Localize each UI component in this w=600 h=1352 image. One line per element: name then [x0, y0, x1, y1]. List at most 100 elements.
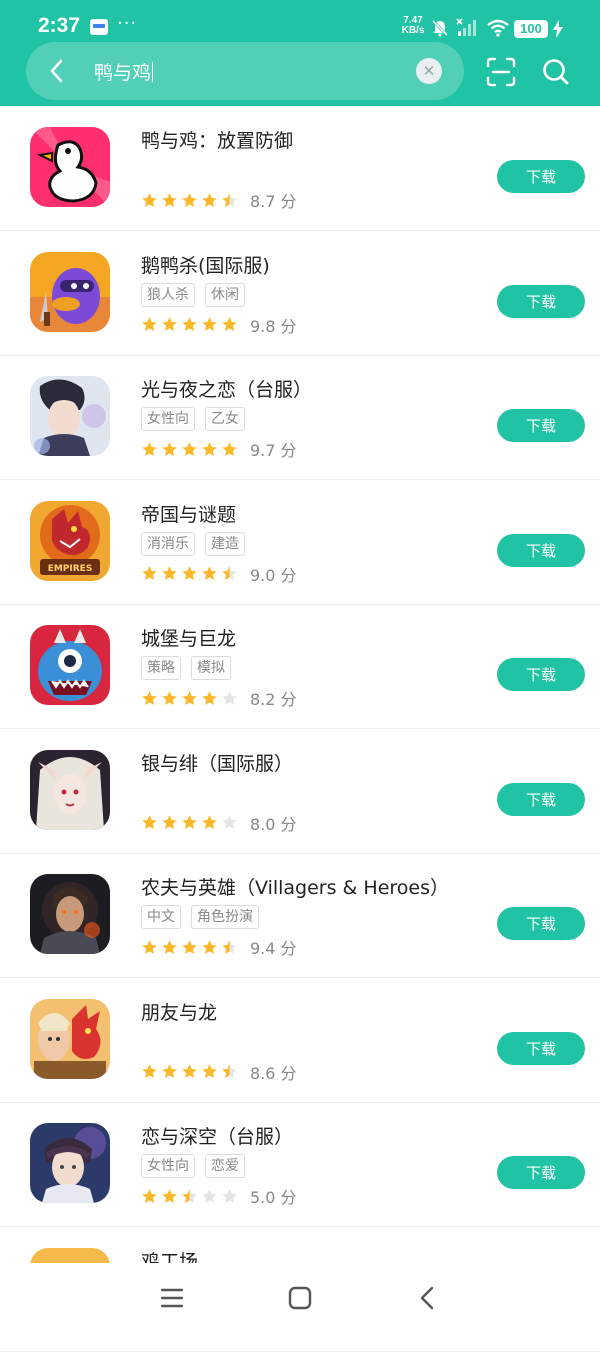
star-full-icon — [182, 441, 197, 456]
star-full-icon — [162, 1188, 177, 1203]
rating-stars — [141, 441, 238, 458]
app-list-item[interactable]: 农夫与英雄（Villagers & Heroes） 中文 角色扮演 9.4 分 下载 — [0, 853, 600, 978]
tag-label: 策略 — [141, 656, 181, 680]
search-query: 鸭与鸡 — [94, 62, 152, 84]
rating-stars — [141, 1188, 238, 1205]
star-full-icon — [162, 192, 177, 207]
app-list-item[interactable]: 银与绯（国际服） 8.0 分 下载 — [0, 729, 600, 854]
download-button[interactable]: 下载 — [497, 907, 585, 940]
download-button[interactable]: 下载 — [497, 1156, 585, 1189]
app-list-item[interactable]: 朋友与龙 8.6 分 下载 — [0, 978, 600, 1103]
download-button[interactable]: 下载 — [497, 782, 585, 816]
star-full-icon — [202, 939, 217, 954]
app-rating: 8.0 分 — [141, 811, 297, 835]
star-empty-icon — [202, 1188, 217, 1203]
star-full-icon — [202, 690, 217, 705]
tag-label: 恋爱 — [205, 1154, 245, 1178]
search-bar[interactable]: 鸭与鸡 ✕ — [26, 42, 464, 100]
app-list-item[interactable]: 鸭与鸡：放置防御 8.7 分 下载 — [0, 106, 600, 231]
search-icon[interactable] — [540, 56, 572, 88]
app-tags: 女性向 乙女 — [141, 407, 245, 431]
tag-label: 中文 — [141, 905, 181, 929]
app-rating: 9.0 分 — [141, 562, 297, 586]
app-name[interactable]: 银与绯（国际服） — [141, 749, 293, 776]
star-half-icon — [222, 192, 237, 207]
star-full-icon — [162, 815, 177, 829]
love-deepspace-icon[interactable] — [30, 1123, 110, 1203]
tag-label: 休闲 — [205, 282, 245, 307]
star-full-icon — [182, 939, 197, 954]
download-button[interactable]: 下载 — [497, 284, 585, 318]
home-icon[interactable] — [287, 1285, 313, 1311]
network-speed-unit: KB/s — [401, 25, 425, 36]
star-half-icon — [222, 939, 237, 954]
star-full-icon — [202, 566, 217, 580]
star-half-icon — [222, 566, 237, 580]
rating-score: 8.0 分 — [250, 814, 297, 834]
tag-label: 女性向 — [141, 1154, 195, 1178]
scan-icon[interactable] — [485, 56, 517, 88]
app-list-item[interactable]: 光与夜之恋（台服） 女性向 乙女 9.7 分 下载 — [0, 355, 600, 480]
star-half-icon — [182, 1188, 197, 1203]
app-list-item[interactable]: 恋与深空（台服） 女性向 恋爱 5.0 分 下载 — [0, 1102, 600, 1227]
download-button[interactable]: 下载 — [497, 658, 585, 691]
app-name[interactable]: 帝国与谜题 — [141, 500, 236, 527]
silver-scarlet-icon[interactable] — [30, 749, 110, 830]
app-name[interactable]: 鹅鸭杀(国际服) — [141, 251, 270, 278]
app-list-item[interactable]: 城堡与巨龙 策略 模拟 8.2 分 下载 — [0, 604, 600, 729]
star-full-icon — [182, 815, 197, 829]
back-icon[interactable] — [415, 1285, 441, 1311]
download-button[interactable]: 下载 — [497, 1031, 585, 1065]
app-name[interactable]: 城堡与巨龙 — [141, 624, 236, 651]
search-input[interactable]: 鸭与鸡 — [94, 58, 154, 85]
empires-puzzles-icon[interactable]: EMPIRES — [30, 500, 110, 581]
download-button[interactable]: 下载 — [497, 409, 585, 442]
app-tags: 消消乐 建造 — [141, 531, 245, 556]
wifi-icon — [487, 19, 509, 37]
star-full-icon — [142, 815, 157, 829]
tag-label: 建造 — [205, 531, 245, 556]
star-full-icon — [162, 690, 177, 705]
app-name[interactable]: 农夫与英雄（Villagers & Heroes） — [141, 873, 449, 900]
app-rating: 8.6 分 — [141, 1060, 297, 1084]
star-full-icon — [222, 441, 237, 456]
app-name[interactable]: 恋与深空（台服） — [141, 1122, 293, 1149]
rating-stars — [141, 1063, 238, 1080]
app-list-item[interactable]: EMPIRES 帝国与谜题消消乐 建造 9.0 分 下载 — [0, 480, 600, 605]
clear-search-button[interactable]: ✕ — [416, 58, 442, 84]
star-full-icon — [142, 317, 157, 331]
download-button[interactable]: 下载 — [497, 160, 585, 193]
star-full-icon — [202, 815, 217, 829]
app-name[interactable]: 光与夜之恋（台服） — [141, 375, 312, 402]
rating-score: 9.4 分 — [250, 939, 297, 958]
friends-dragon-icon[interactable] — [30, 998, 110, 1079]
download-button[interactable]: 下载 — [497, 533, 585, 567]
tag-label: 狼人杀 — [141, 282, 195, 307]
system-nav-bar — [0, 1263, 600, 1333]
star-full-icon — [142, 939, 157, 954]
light-night-icon[interactable] — [30, 376, 110, 456]
app-tags: 中文 角色扮演 — [141, 905, 259, 929]
app-tags: 策略 模拟 — [141, 656, 231, 680]
menu-icon[interactable] — [159, 1285, 185, 1311]
app-rating: 8.7 分 — [141, 188, 297, 212]
app-name[interactable]: 鸭与鸡：放置防御 — [141, 126, 293, 153]
back-arrow-icon[interactable] — [42, 56, 72, 86]
star-empty-icon — [222, 690, 237, 705]
app-list-item[interactable]: 鹅鸭杀(国际服) 狼人杀 休闲 9.8 分 下载 — [0, 231, 600, 356]
star-empty-icon — [222, 815, 237, 829]
villagers-heroes-icon[interactable] — [30, 874, 110, 954]
goose-duck-icon[interactable] — [30, 251, 110, 332]
app-tags: 女性向 恋爱 — [141, 1154, 245, 1178]
rating-stars — [141, 939, 238, 956]
tag-label: 消消乐 — [141, 531, 195, 556]
app-tags: 狼人杀 休闲 — [141, 282, 245, 307]
star-full-icon — [162, 939, 177, 954]
castle-dragon-icon[interactable] — [30, 625, 110, 705]
star-full-icon — [162, 566, 177, 580]
rating-score: 8.6 分 — [250, 1063, 297, 1083]
rating-score: 9.8 分 — [250, 316, 297, 336]
duck-chicken-icon[interactable] — [30, 127, 110, 207]
star-full-icon — [182, 566, 197, 580]
app-name[interactable]: 朋友与龙 — [141, 998, 217, 1025]
